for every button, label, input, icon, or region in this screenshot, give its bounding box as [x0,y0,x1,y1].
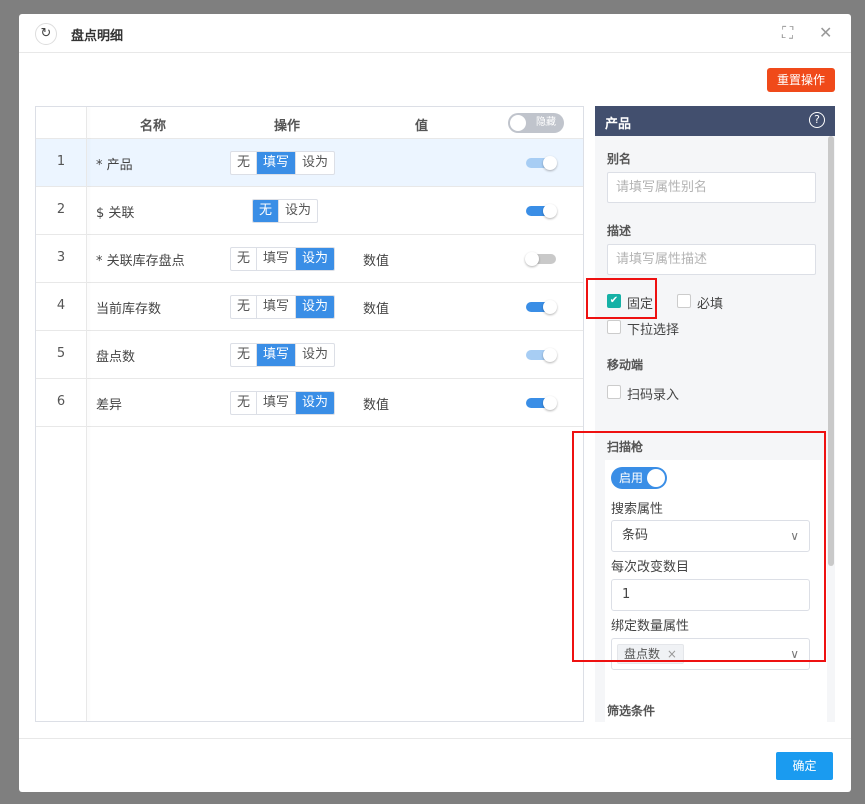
action-option[interactable]: 填写 [256,344,296,366]
action-segment: 无设为 [252,199,319,223]
action-option[interactable]: 填写 [256,392,295,414]
column-header-value: 值 [415,119,429,134]
highlight-box-scanner [572,431,826,662]
row-index: 5 [56,346,66,361]
table-row[interactable]: 1 * 产品 无填写 设为 [36,139,583,187]
action-option[interactable]: 无 [231,392,256,414]
row-name: 当前库存数 [96,302,162,317]
action-option[interactable]: 无 [231,152,256,174]
action-option[interactable]: 设为 [295,296,335,318]
highlight-box-fixed [586,278,657,319]
help-icon[interactable]: ? [809,112,825,128]
footer-divider [19,738,851,739]
required-label: 必填 [697,297,724,312]
dropdown-checkbox[interactable] [607,320,621,334]
reset-button[interactable]: 重置操作 [767,68,835,92]
row-index: 3 [56,250,66,265]
action-option[interactable]: 填写 [256,296,295,318]
dropdown-label: 下拉选择 [627,323,680,338]
action-option[interactable]: 设为 [295,152,334,174]
action-option[interactable]: 无 [231,296,256,318]
panel-header: 产品 ? [595,106,835,136]
action-segment: 无填写 设为 [230,295,336,319]
row-name: 盘点数 [96,350,136,365]
action-option[interactable]: 设为 [295,248,335,270]
column-header-action: 操作 [274,119,301,134]
row-name: $ 关联 [96,206,135,221]
action-segment: 无填写 设为 [230,343,336,367]
row-toggle[interactable] [526,348,557,362]
filter-label: 筛选条件 [607,704,656,718]
panel-title: 产品 [605,117,632,132]
table-row[interactable]: 4 当前库存数 无填写 设为 数值 [36,283,583,331]
action-option[interactable]: 无 [253,200,279,222]
action-segment: 无填写 设为 [230,151,336,175]
close-icon[interactable]: ✕ [819,23,832,42]
row-name: * 关联库存盘点 [96,254,185,269]
hide-toggle[interactable]: 隐藏 [508,113,564,133]
alias-label: 别名 [607,152,632,166]
row-index: 4 [56,298,66,313]
action-segment: 无填写 设为 [230,391,336,415]
action-option[interactable]: 设为 [278,200,317,222]
row-name: 差异 [96,398,123,413]
fullscreen-icon[interactable]: ⛶ [782,23,793,43]
row-index: 2 [56,202,66,217]
scan-entry-label: 扫码录入 [627,388,680,403]
column-header-name: 名称 [140,119,167,134]
row-toggle[interactable] [526,156,557,170]
row-value: 数值 [363,254,390,269]
action-option[interactable]: 设为 [295,392,335,414]
action-option[interactable]: 填写 [256,152,296,174]
confirm-button[interactable]: 确定 [776,752,833,780]
action-segment: 无填写 设为 [230,247,336,271]
row-name: * 产品 [96,158,133,173]
mobile-label: 移动端 [607,358,644,372]
table-row[interactable]: 5 盘点数 无填写 设为 [36,331,583,379]
table-header: 名称 操作 值 隐藏 [36,107,583,139]
index-column-divider [86,107,87,721]
dialog-title: 盘点明细 [71,29,124,44]
table-row[interactable]: 3 * 关联库存盘点 无填写 设为 数值 [36,235,583,283]
row-value: 数值 [363,398,390,413]
dialog-header: ↻ 盘点明细 ⛶ ✕ [19,14,851,53]
row-toggle[interactable] [526,300,557,314]
row-index: 1 [56,154,66,169]
desc-label: 描述 [607,224,632,238]
panel-scrollbar[interactable] [828,136,834,566]
field-table: 名称 操作 值 隐藏 1 * 产品无填写 设为 2 $ 关联无设为 3 * 关联库存盘点无填… [35,106,584,722]
row-index: 6 [56,394,66,409]
action-option[interactable]: 无 [231,248,256,270]
alias-input[interactable]: 请填写属性别名 [607,172,816,203]
table-row[interactable]: 2 $ 关联 无设为 [36,187,583,235]
scan-entry-checkbox[interactable] [607,385,621,399]
action-option[interactable]: 设为 [295,344,334,366]
row-toggle[interactable] [525,252,556,266]
action-option[interactable]: 无 [231,344,256,366]
desc-input[interactable]: 请填写属性描述 [607,244,816,275]
action-option[interactable]: 填写 [256,248,295,270]
row-toggle[interactable] [526,396,557,410]
row-toggle[interactable] [526,204,557,218]
row-value: 数值 [363,302,390,317]
dialog: ↻ 盘点明细 ⛶ ✕ 重置操作 名称 操作 值 隐藏 1 * 产品无填写 设为 2 $ … [19,14,851,792]
table-row[interactable]: 6 差异 无填写 设为 数值 [36,379,583,427]
required-checkbox[interactable] [677,294,691,308]
refresh-icon[interactable]: ↻ [35,23,57,45]
